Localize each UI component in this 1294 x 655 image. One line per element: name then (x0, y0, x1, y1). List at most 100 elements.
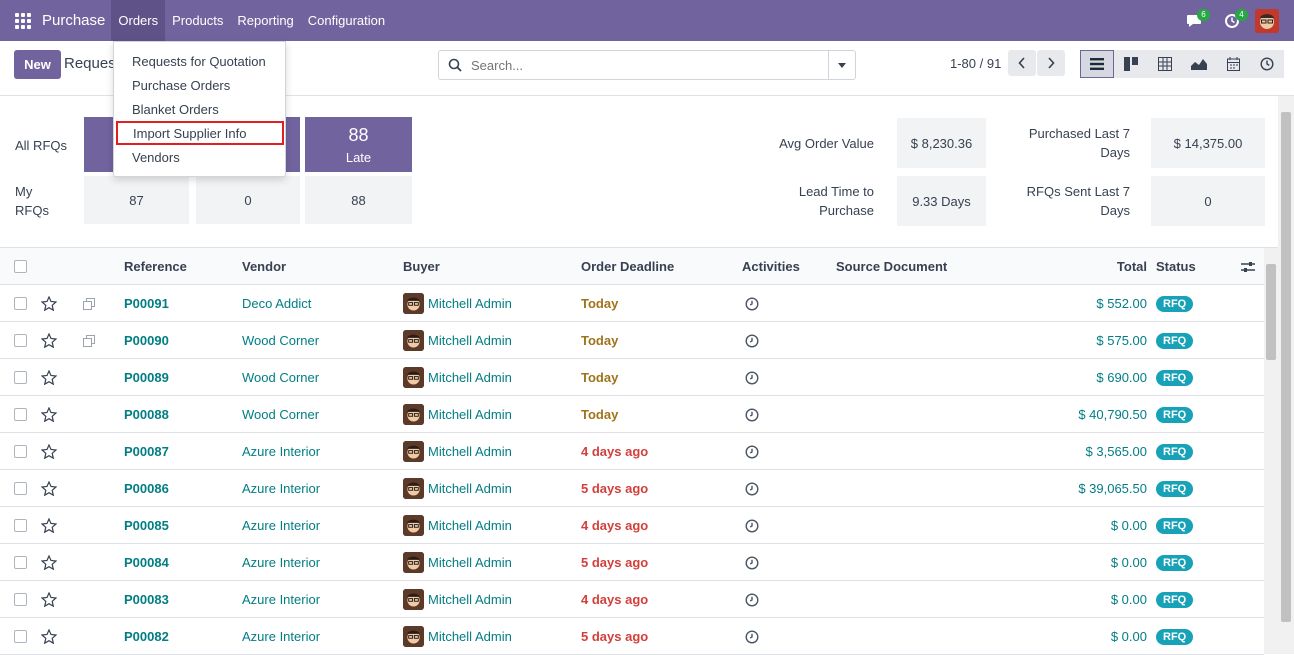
app-name[interactable]: Purchase (42, 12, 105, 29)
star-icon[interactable] (41, 470, 57, 507)
reference-cell[interactable]: P00091 (124, 285, 169, 322)
activity-clock-icon[interactable] (745, 433, 759, 470)
vendor-cell[interactable]: Azure Interior (242, 470, 320, 507)
activity-clock-icon[interactable] (745, 507, 759, 544)
row-checkbox[interactable] (14, 618, 27, 655)
row-checkbox[interactable] (14, 285, 27, 322)
app-grid-icon[interactable] (15, 12, 31, 29)
page-scrollbar[interactable] (1278, 96, 1294, 654)
menu-reporting[interactable]: Reporting (230, 0, 300, 41)
pivot-view-button[interactable] (1148, 50, 1182, 78)
row-checkbox[interactable] (14, 470, 27, 507)
activity-clock-icon[interactable] (745, 359, 759, 396)
header-buyer[interactable]: Buyer (403, 248, 440, 285)
activity-clock-icon[interactable] (745, 285, 759, 322)
reference-cell[interactable]: P00088 (124, 396, 169, 433)
row-checkbox[interactable] (14, 433, 27, 470)
reference-cell[interactable]: P00082 (124, 618, 169, 655)
header-order-deadline[interactable]: Order Deadline (581, 248, 674, 285)
table-row[interactable]: P00084 Azure Interior Mitchell Admin 5 days… (0, 544, 1264, 581)
star-icon[interactable] (41, 396, 57, 433)
table-row[interactable]: P00088 Wood Corner Mitchell Admin Today $ 40… (0, 396, 1264, 433)
menu-item-import-supplier-info[interactable]: Import Supplier Info (116, 121, 284, 145)
vendor-cell[interactable]: Wood Corner (242, 359, 319, 396)
buyer-cell[interactable]: Mitchell Admin (403, 470, 512, 507)
table-row[interactable]: P00083 Azure Interior Mitchell Admin 4 days… (0, 581, 1264, 618)
row-checkbox[interactable] (14, 544, 27, 581)
table-row[interactable]: P00085 Azure Interior Mitchell Admin 4 days… (0, 507, 1264, 544)
activity-clock-icon[interactable] (745, 396, 759, 433)
star-icon[interactable] (41, 433, 57, 470)
my-to-send-tile[interactable]: 87 (84, 176, 189, 224)
star-icon[interactable] (41, 544, 57, 581)
menu-orders[interactable]: Orders (111, 0, 166, 41)
reference-cell[interactable]: P00087 (124, 433, 169, 470)
buyer-cell[interactable]: Mitchell Admin (403, 396, 512, 433)
menu-configuration[interactable]: Configuration (301, 0, 392, 41)
activities-button[interactable]: 4 (1213, 0, 1251, 41)
header-reference[interactable]: Reference (124, 248, 187, 285)
optional-columns-toggle[interactable] (1241, 248, 1255, 285)
activity-clock-icon[interactable] (745, 322, 759, 359)
select-all-checkbox[interactable] (14, 248, 27, 285)
vendor-cell[interactable]: Azure Interior (242, 433, 320, 470)
vendor-cell[interactable]: Wood Corner (242, 396, 319, 433)
header-vendor[interactable]: Vendor (242, 248, 286, 285)
table-row[interactable]: P00090 Wood Corner Mitchell Admin Today $ 57… (0, 322, 1264, 359)
row-checkbox[interactable] (14, 359, 27, 396)
header-source-document[interactable]: Source Document (836, 248, 947, 285)
header-status[interactable]: Status (1156, 248, 1196, 285)
table-row[interactable]: P00089 Wood Corner Mitchell Admin Today $ 69… (0, 359, 1264, 396)
reference-cell[interactable]: P00084 (124, 544, 169, 581)
kanban-view-button[interactable] (1114, 50, 1148, 78)
buyer-cell[interactable]: Mitchell Admin (403, 322, 512, 359)
activity-view-button[interactable] (1250, 50, 1284, 78)
reference-cell[interactable]: P00090 (124, 322, 169, 359)
header-total[interactable]: Total (1060, 248, 1147, 285)
header-activities[interactable]: Activities (742, 248, 800, 285)
menu-item-vendors[interactable]: Vendors (114, 145, 285, 169)
star-icon[interactable] (41, 322, 57, 359)
row-checkbox[interactable] (14, 507, 27, 544)
calendar-view-button[interactable] (1216, 50, 1250, 78)
vendor-cell[interactable]: Azure Interior (242, 507, 320, 544)
table-row[interactable]: P00086 Azure Interior Mitchell Admin 5 days… (0, 470, 1264, 507)
table-row[interactable]: P00087 Azure Interior Mitchell Admin 4 days… (0, 433, 1264, 470)
menu-item-blanket-orders[interactable]: Blanket Orders (114, 97, 285, 121)
reference-cell[interactable]: P00085 (124, 507, 169, 544)
list-scrollbar[interactable] (1264, 248, 1278, 654)
pager-previous-button[interactable] (1008, 50, 1036, 76)
buyer-cell[interactable]: Mitchell Admin (403, 285, 512, 322)
reference-cell[interactable]: P00083 (124, 581, 169, 618)
pager-value[interactable]: 1-80 / 91 (950, 56, 1001, 71)
vendor-cell[interactable]: Azure Interior (242, 581, 320, 618)
row-checkbox[interactable] (14, 396, 27, 433)
star-icon[interactable] (41, 359, 57, 396)
vendor-cell[interactable]: Azure Interior (242, 544, 320, 581)
activity-clock-icon[interactable] (745, 544, 759, 581)
pager-next-button[interactable] (1037, 50, 1065, 76)
vendor-cell[interactable]: Deco Addict (242, 285, 311, 322)
messages-button[interactable]: 6 (1175, 0, 1213, 41)
menu-item-requests-for-quotation[interactable]: Requests for Quotation (114, 49, 285, 73)
row-checkbox[interactable] (14, 581, 27, 618)
star-icon[interactable] (41, 507, 57, 544)
activity-clock-icon[interactable] (745, 470, 759, 507)
graph-view-button[interactable] (1182, 50, 1216, 78)
star-icon[interactable] (41, 618, 57, 655)
buyer-cell[interactable]: Mitchell Admin (403, 544, 512, 581)
new-button[interactable]: New (14, 50, 61, 79)
reference-cell[interactable]: P00086 (124, 470, 169, 507)
table-row[interactable]: P00091 Deco Addict Mitchell Admin Today $ 55… (0, 285, 1264, 322)
star-icon[interactable] (41, 285, 57, 322)
search-input[interactable] (471, 52, 828, 78)
late-tile[interactable]: 88 Late (305, 117, 412, 172)
search-options-toggle[interactable] (828, 51, 855, 79)
vendor-cell[interactable]: Wood Corner (242, 322, 319, 359)
my-late-tile[interactable]: 88 (305, 176, 412, 224)
menu-item-purchase-orders[interactable]: Purchase Orders (114, 73, 285, 97)
list-view-button[interactable] (1080, 50, 1114, 78)
star-icon[interactable] (41, 581, 57, 618)
user-avatar[interactable] (1255, 8, 1279, 33)
row-checkbox[interactable] (14, 322, 27, 359)
